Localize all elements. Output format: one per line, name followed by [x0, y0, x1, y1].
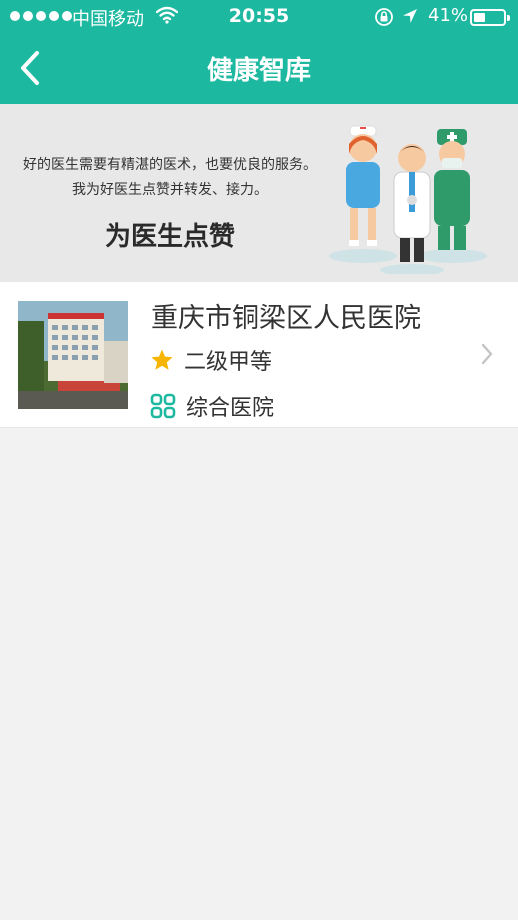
hospital-type-row: 综合医院: [150, 390, 274, 422]
hospital-name: 重庆市铜梁区人民医院: [151, 303, 421, 334]
header-bar: 中国移动 20:55 41% 健康智库: [0, 0, 518, 104]
banner-text-line2: 我为好医生点赞并转发、接力。: [72, 182, 268, 198]
category-grid-icon: [150, 393, 176, 419]
location-arrow-icon: [401, 7, 419, 30]
medical-staff-illustration: [329, 125, 487, 274]
battery-icon: [470, 9, 510, 26]
banner-cta: 为医生点赞: [104, 222, 235, 252]
hospital-grade: 二级甲等: [184, 350, 273, 375]
rotation-lock-icon: [374, 7, 394, 32]
page-title: 健康智库: [206, 56, 311, 86]
hospital-photo: [18, 301, 128, 409]
promo-banner[interactable]: 好的医生需要有精湛的医术，也要优良的服务。 我为好医生点赞并转发、接力。 为医生…: [0, 104, 518, 282]
hospital-grade-row: 二级甲等: [150, 344, 272, 376]
status-bar: 中国移动 20:55 41%: [0, 0, 518, 34]
hospital-type: 综合医院: [186, 396, 275, 421]
hospital-list-item[interactable]: 重庆市铜梁区人民医院 二级甲等 综合医院: [0, 282, 518, 428]
banner-text-line1: 好的医生需要有精湛的医术，也要优良的服务。: [23, 157, 317, 173]
battery-percent: 41%: [428, 5, 469, 26]
star-icon: [151, 349, 173, 370]
chevron-right-icon: [481, 343, 493, 365]
